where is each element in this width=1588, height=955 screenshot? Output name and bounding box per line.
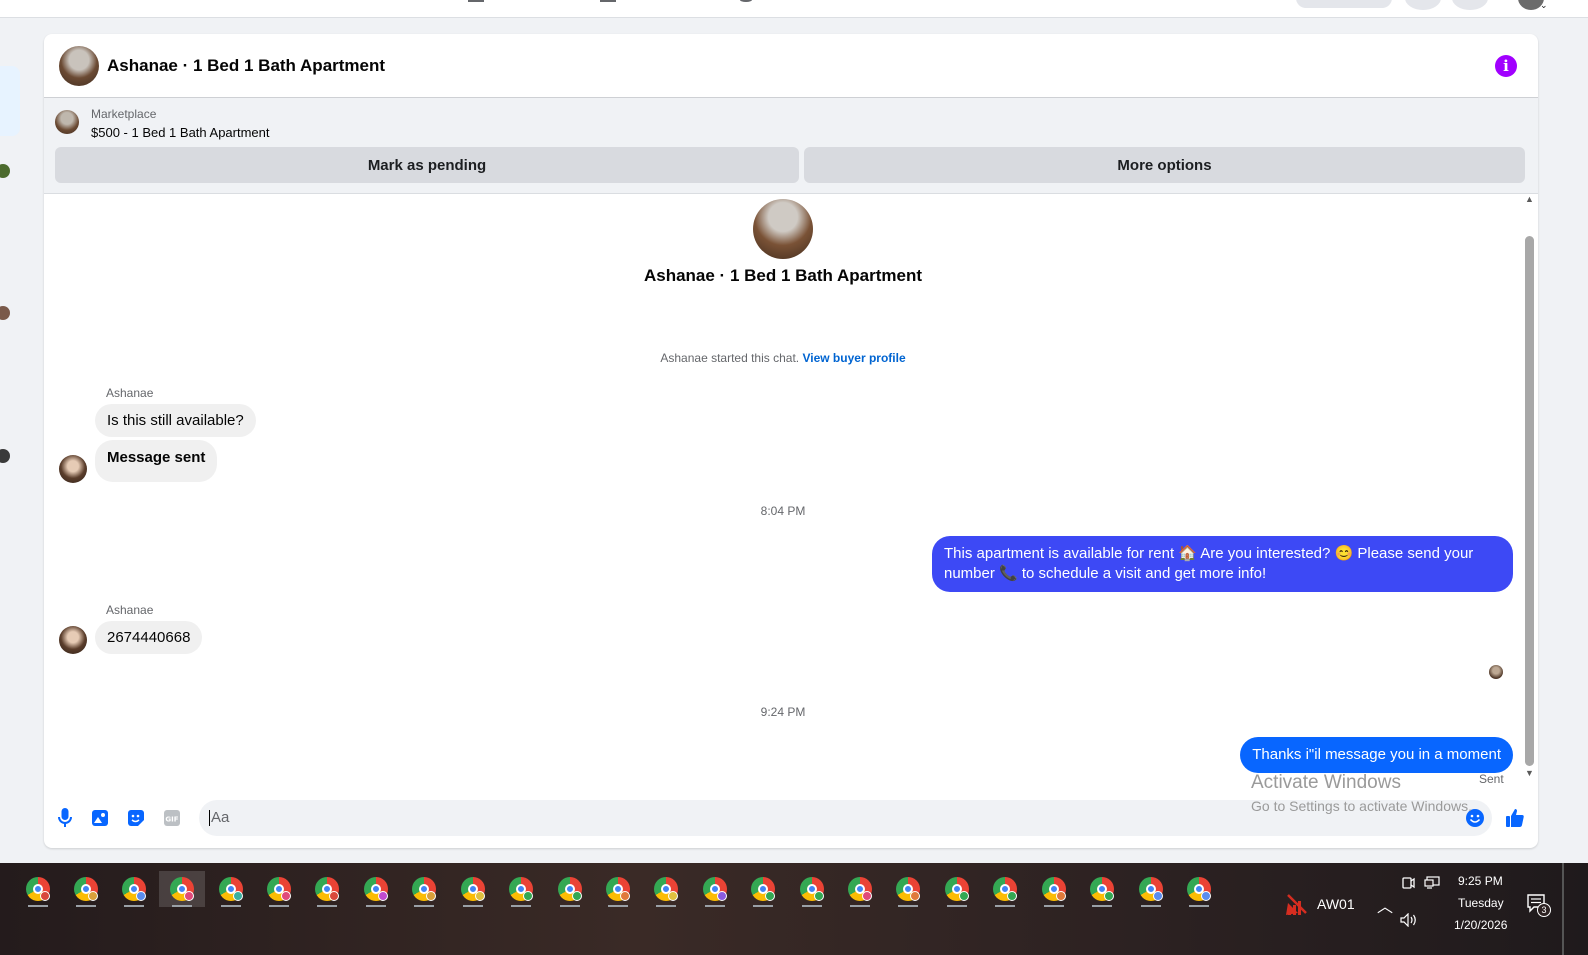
- chrome-profile-taskbar-icon[interactable]: [1176, 871, 1222, 907]
- chrome-profile-taskbar-icon[interactable]: [304, 871, 350, 907]
- message-thread: Ashanae · 1 Bed 1 Bath Apartment Ashanae…: [44, 194, 1538, 794]
- started-text: Ashanae started this chat.: [660, 351, 800, 365]
- marketplace-label: Marketplace: [91, 107, 157, 121]
- clock-date[interactable]: 1/20/2026: [1454, 918, 1507, 932]
- chrome-profile-taskbar-icon[interactable]: [353, 871, 399, 907]
- chrome-profile-taskbar-icon[interactable]: [450, 871, 496, 907]
- marketplace-nav-icon[interactable]: [740, 0, 752, 2]
- chrome-profile-taskbar-icon[interactable]: [1128, 871, 1174, 907]
- photo-icon[interactable]: [89, 807, 111, 829]
- text-caret: [209, 810, 210, 827]
- menu-icon[interactable]: [1405, 0, 1441, 10]
- show-hidden-icons-chevron-icon[interactable]: ︿: [1377, 893, 1393, 917]
- listing-avatar[interactable]: [59, 45, 99, 86]
- svg-text:GIF: GIF: [165, 816, 178, 824]
- show-desktop-divider[interactable]: [1562, 863, 1564, 955]
- notification-count-badge: 3: [1537, 903, 1551, 917]
- sender-name: Ashanae: [106, 386, 154, 400]
- chevron-down-icon[interactable]: ⌄: [1540, 0, 1548, 11]
- activate-windows-subtitle: Go to Settings to activate Windows.: [1251, 798, 1472, 814]
- read-receipt-avatar: [1489, 665, 1503, 679]
- chrome-profile-taskbar-icon[interactable]: [159, 871, 205, 907]
- incoming-message[interactable]: 2674440668: [95, 621, 203, 654]
- chat-panel: Ashanae · 1 Bed 1 Bath Apartment i Marke…: [44, 34, 1538, 848]
- outgoing-message[interactable]: Thanks i"il message you in a moment: [1240, 737, 1513, 773]
- timestamp: 9:24 PM: [760, 705, 806, 719]
- conversation-list-edge: [0, 18, 44, 873]
- sender-avatar[interactable]: [59, 455, 87, 483]
- view-buyer-profile-link[interactable]: View buyer profile: [802, 351, 905, 365]
- tray-app-label[interactable]: AW01: [1317, 896, 1355, 912]
- network-monitor-icon[interactable]: [1424, 876, 1440, 893]
- messenger-icon[interactable]: [1452, 0, 1488, 10]
- chrome-profile-taskbar-icon[interactable]: [1079, 871, 1125, 907]
- video-nav-icon[interactable]: [600, 0, 616, 2]
- chrome-profile-taskbar-icon[interactable]: [692, 871, 738, 907]
- like-thumbs-up-icon[interactable]: [1504, 807, 1526, 829]
- chrome-profile-taskbar-icon[interactable]: [208, 871, 254, 907]
- thread-title: Ashanae · 1 Bed 1 Bath Apartment: [643, 266, 923, 285]
- mark-as-pending-button[interactable]: Mark as pending: [55, 147, 799, 183]
- chrome-profile-taskbar-icon[interactable]: [111, 871, 157, 907]
- activate-windows-title: Activate Windows: [1251, 772, 1401, 793]
- chrome-profile-taskbar-icon[interactable]: [740, 871, 786, 907]
- network-status-icon[interactable]: [1284, 891, 1310, 920]
- meet-now-icon[interactable]: [1401, 876, 1415, 893]
- chrome-profile-taskbar-icon[interactable]: [547, 871, 593, 907]
- listing-title[interactable]: $500 - 1 Bed 1 Bath Apartment: [91, 125, 270, 140]
- clock-time[interactable]: 9:25 PM: [1458, 874, 1503, 888]
- chrome-profile-taskbar-icon[interactable]: [982, 871, 1028, 907]
- sticker-icon[interactable]: [125, 807, 147, 829]
- conversation-avatar[interactable]: [0, 449, 10, 463]
- marketplace-banner: Marketplace $500 - 1 Bed 1 Bath Apartmen…: [44, 98, 1538, 194]
- sent-status: Sent: [1479, 772, 1504, 786]
- chrome-profile-taskbar-icon[interactable]: [401, 871, 447, 907]
- selected-conversation-highlight[interactable]: [0, 66, 20, 136]
- outgoing-message[interactable]: This apartment is available for rent 🏠 A…: [932, 536, 1513, 592]
- chrome-profile-taskbar-icon[interactable]: [595, 871, 641, 907]
- info-icon[interactable]: i: [1495, 55, 1517, 77]
- incoming-message[interactable]: Is this still available?: [95, 404, 256, 437]
- conversation-avatar[interactable]: [0, 306, 10, 320]
- microphone-icon[interactable]: [54, 807, 76, 829]
- find-friends-button[interactable]: [1296, 0, 1392, 8]
- listing-avatar-large[interactable]: [753, 199, 813, 259]
- sender-avatar[interactable]: [59, 626, 87, 654]
- timestamp: 8:04 PM: [760, 504, 806, 518]
- chrome-profile-taskbar-icon[interactable]: [1031, 871, 1077, 907]
- more-options-button[interactable]: More options: [804, 147, 1525, 183]
- sender-name: Ashanae: [106, 603, 154, 617]
- home-nav-icon[interactable]: [468, 0, 484, 2]
- windows-taskbar: AW01 ︿ 9:25 PM Tuesday 1/20/2026 3: [0, 863, 1588, 955]
- chat-header: Ashanae · 1 Bed 1 Bath Apartment i: [44, 34, 1538, 98]
- listing-thumbnail[interactable]: [55, 110, 79, 134]
- facebook-top-bar: ⌄: [0, 0, 1588, 18]
- scroll-up-arrow-icon[interactable]: ▲: [1525, 194, 1534, 204]
- chrome-profile-taskbar-icon[interactable]: [643, 871, 689, 907]
- scroll-down-arrow-icon[interactable]: ▼: [1525, 768, 1534, 778]
- chrome-profile-taskbar-icon[interactable]: [837, 871, 883, 907]
- message-input-placeholder: Aa: [211, 809, 230, 826]
- chrome-profile-taskbar-icon[interactable]: [885, 871, 931, 907]
- chrome-profile-taskbar-icon[interactable]: [934, 871, 980, 907]
- chat-started-notice: Ashanae started this chat. View buyer pr…: [44, 351, 1522, 365]
- scrollbar-thumb[interactable]: [1525, 236, 1534, 766]
- incoming-message[interactable]: Message sent: [95, 440, 218, 482]
- volume-icon[interactable]: [1400, 912, 1418, 930]
- chrome-profile-taskbar-icon[interactable]: [498, 871, 544, 907]
- chrome-profile-taskbar-icon[interactable]: [256, 871, 302, 907]
- chrome-profile-taskbar-icon[interactable]: [789, 871, 835, 907]
- chat-title[interactable]: Ashanae · 1 Bed 1 Bath Apartment: [107, 56, 385, 76]
- clock-day[interactable]: Tuesday: [1458, 896, 1504, 910]
- scrollbar[interactable]: ▲ ▼: [1522, 194, 1538, 794]
- chrome-profile-taskbar-icon[interactable]: [63, 871, 109, 907]
- gif-icon[interactable]: GIF: [161, 807, 183, 829]
- chrome-profile-taskbar-icon[interactable]: [15, 871, 61, 907]
- conversation-avatar[interactable]: [0, 164, 10, 178]
